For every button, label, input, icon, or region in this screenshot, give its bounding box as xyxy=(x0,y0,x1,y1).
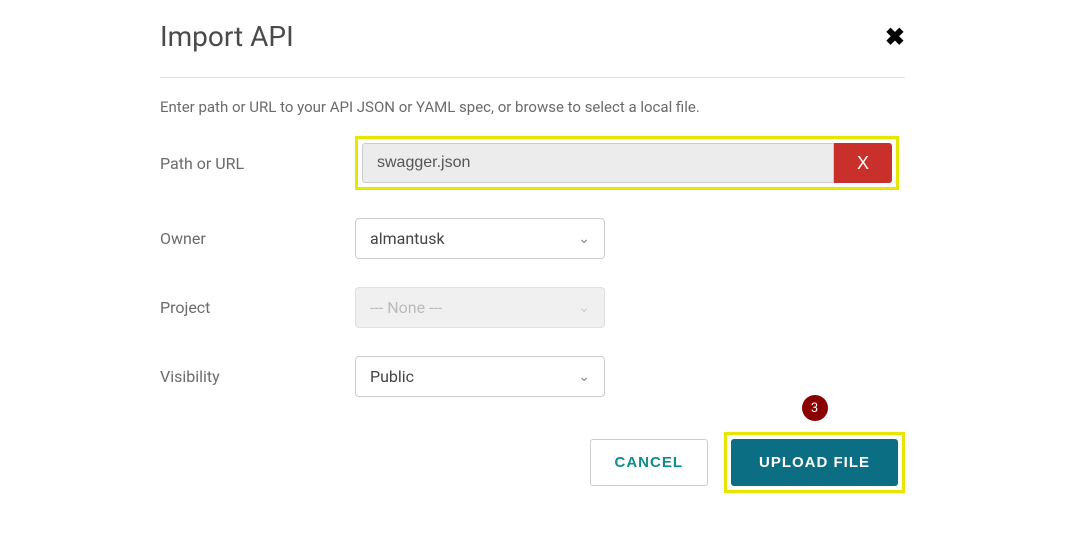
visibility-label: Visibility xyxy=(160,367,355,386)
path-input-group: X xyxy=(362,143,892,183)
chevron-down-icon: ⌄ xyxy=(578,369,590,385)
upload-highlight: 3 UPLOAD FILE xyxy=(724,432,905,493)
instruction-text: Enter path or URL to your API JSON or YA… xyxy=(160,98,905,116)
path-label: Path or URL xyxy=(160,154,355,173)
owner-select[interactable]: almantusk ⌄ xyxy=(355,218,605,259)
annotation-badge: 3 xyxy=(802,395,828,421)
action-row: CANCEL 3 UPLOAD FILE xyxy=(160,432,905,493)
path-highlight: X xyxy=(355,136,899,190)
path-input[interactable] xyxy=(362,143,834,183)
chevron-down-icon: ⌄ xyxy=(578,300,590,316)
chevron-down-icon: ⌄ xyxy=(578,231,590,247)
project-value: --- None --- xyxy=(370,298,442,317)
owner-row: Owner almantusk ⌄ xyxy=(160,218,905,259)
visibility-row: Visibility Public ⌄ xyxy=(160,356,905,397)
upload-file-button[interactable]: UPLOAD FILE xyxy=(731,439,898,486)
close-icon[interactable]: ✖ xyxy=(885,25,905,49)
import-api-modal: Import API ✖ Enter path or URL to your A… xyxy=(0,0,1065,493)
owner-value: almantusk xyxy=(370,229,445,248)
clear-path-button[interactable]: X xyxy=(834,143,892,183)
project-select: --- None --- ⌄ xyxy=(355,287,605,328)
cancel-button[interactable]: CANCEL xyxy=(590,439,709,486)
project-row: Project --- None --- ⌄ xyxy=(160,287,905,328)
path-row: Path or URL X xyxy=(160,136,905,190)
owner-label: Owner xyxy=(160,229,355,248)
visibility-value: Public xyxy=(370,367,414,386)
project-label: Project xyxy=(160,298,355,317)
modal-title: Import API xyxy=(160,20,294,53)
visibility-select[interactable]: Public ⌄ xyxy=(355,356,605,397)
modal-header: Import API ✖ xyxy=(160,20,905,78)
